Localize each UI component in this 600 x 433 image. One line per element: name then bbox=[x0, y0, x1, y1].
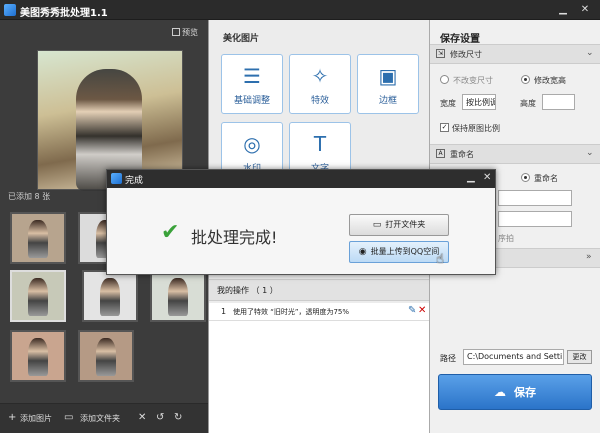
height-label: 高度 bbox=[520, 99, 536, 108]
keep-ratio-label: 保持原图比例 bbox=[452, 124, 500, 133]
tool-frame[interactable]: ▣ 边框 bbox=[357, 54, 419, 114]
clear-icon[interactable]: ✕ bbox=[138, 412, 146, 423]
completion-message: 批处理完成! bbox=[191, 228, 278, 247]
close-icon[interactable]: ✕ bbox=[578, 3, 592, 17]
magic-wand-icon: ✧ bbox=[311, 64, 329, 88]
keep-ratio-checkbox[interactable]: ✓ bbox=[440, 123, 449, 132]
section-title: 美化图片 bbox=[223, 34, 260, 44]
folder-icon: ▭ bbox=[64, 412, 74, 423]
path-field[interactable]: C:\Documents and Setti bbox=[463, 349, 564, 365]
resize-section-header[interactable]: ⇲ 修改尺寸 ⌄ bbox=[430, 44, 600, 64]
minimize-icon[interactable]: ▁ bbox=[467, 172, 475, 183]
tool-label: 基础调整 bbox=[233, 96, 270, 106]
success-check-icon: ✔ bbox=[161, 220, 180, 245]
tool-label: 边框 bbox=[378, 96, 397, 106]
resize-section-title: 修改尺寸 bbox=[450, 50, 482, 59]
height-field[interactable] bbox=[542, 94, 575, 110]
rename-hint: 序拍 bbox=[498, 234, 514, 243]
tool-effects[interactable]: ✧ 特效 bbox=[289, 54, 351, 114]
rename-field[interactable] bbox=[498, 190, 572, 206]
added-count-label: 已添加 8 张 bbox=[8, 192, 51, 201]
thumbnail[interactable] bbox=[10, 212, 66, 264]
no-resize-radio[interactable] bbox=[440, 75, 449, 84]
save-label: 保存 bbox=[514, 386, 536, 399]
thumbnail[interactable] bbox=[10, 330, 66, 382]
rename-icon: A bbox=[436, 149, 445, 158]
operations-title: 我的操作 （ 1 ） bbox=[217, 286, 278, 295]
watermark-icon: ◎ bbox=[243, 132, 261, 156]
rename-number-field[interactable] bbox=[498, 211, 572, 227]
hand-cursor-icon: ☝ bbox=[436, 252, 444, 267]
qq-icon: ◉ bbox=[358, 247, 367, 257]
thumbnail[interactable] bbox=[78, 330, 134, 382]
text-icon: T bbox=[313, 132, 327, 156]
frame-icon: ▣ bbox=[378, 64, 398, 88]
edit-icon[interactable]: ✎ bbox=[408, 305, 416, 316]
operation-text: 使用了特效 “旧时光”，透明度为75% bbox=[233, 308, 350, 316]
rename-section-header[interactable]: A 重命名 ⌄ bbox=[430, 144, 600, 164]
width-field[interactable]: 按比例调 bbox=[462, 94, 496, 110]
double-chevron-icon: » bbox=[586, 252, 592, 262]
chevron-down-icon: ⌄ bbox=[586, 48, 594, 58]
close-icon[interactable]: ✕ bbox=[483, 172, 491, 183]
resize-icon: ⇲ bbox=[436, 49, 445, 58]
tool-label: 特效 bbox=[310, 96, 329, 106]
chevron-down-icon: ⌄ bbox=[586, 148, 594, 158]
operation-row[interactable]: 1 使用了特效 “旧时光”，透明度为75% ✎ ✕ bbox=[209, 303, 430, 321]
thumbnail[interactable] bbox=[82, 270, 138, 322]
preview-button[interactable]: 预览 bbox=[172, 27, 198, 38]
folder-icon: ▭ bbox=[372, 220, 382, 230]
minimize-icon[interactable]: ▁ bbox=[556, 3, 570, 17]
resize-wh-radio[interactable] bbox=[521, 75, 530, 84]
dialog-title: 完成 bbox=[125, 176, 144, 186]
plus-icon: + bbox=[8, 412, 17, 423]
preview-icon bbox=[172, 28, 180, 36]
dialog-app-icon bbox=[111, 173, 122, 184]
dialog-title-bar: 完成 ▁ ✕ bbox=[107, 170, 495, 188]
preview-label: 预览 bbox=[182, 28, 198, 37]
add-folder-button[interactable]: 添加文件夹 bbox=[80, 413, 120, 424]
thumbnail[interactable] bbox=[10, 270, 66, 322]
app-icon bbox=[4, 4, 16, 16]
add-image-button[interactable]: 添加图片 bbox=[20, 413, 52, 424]
rotate-left-icon[interactable]: ↺ bbox=[156, 412, 164, 423]
upload-qq-button[interactable]: ◉ 批量上传到QQ空间 bbox=[349, 241, 449, 263]
upload-qq-label: 批量上传到QQ空间 bbox=[370, 247, 440, 256]
rename-radio[interactable] bbox=[521, 173, 530, 182]
rename-section-title: 重命名 bbox=[450, 150, 474, 159]
operations-list bbox=[209, 321, 430, 433]
save-settings-title: 保存设置 bbox=[440, 34, 480, 45]
window-title: 美图秀秀批处理1.1 bbox=[20, 8, 108, 19]
thumbnail[interactable] bbox=[150, 270, 206, 322]
path-label: 路径 bbox=[440, 354, 456, 363]
no-resize-label: 不改变尺寸 bbox=[453, 76, 493, 85]
operations-header: 我的操作 （ 1 ） bbox=[209, 279, 430, 301]
open-folder-button[interactable]: ▭ 打开文件夹 bbox=[349, 214, 449, 236]
operation-number: 1 bbox=[221, 307, 227, 316]
resize-wh-label: 修改宽高 bbox=[534, 76, 566, 85]
delete-icon[interactable]: ✕ bbox=[418, 305, 426, 316]
tool-basic-adjust[interactable]: ☰ 基础调整 bbox=[221, 54, 283, 114]
left-toolbar: + 添加图片 ▭ 添加文件夹 ✕ ↺ ↻ bbox=[0, 403, 208, 433]
open-folder-label: 打开文件夹 bbox=[385, 220, 426, 229]
sliders-icon: ☰ bbox=[243, 64, 261, 88]
save-button[interactable]: ☁ 保存 bbox=[438, 374, 592, 410]
rename-option-label: 重命名 bbox=[534, 174, 558, 183]
title-bar: 美图秀秀批处理1.1 ▁ ✕ bbox=[0, 0, 600, 20]
width-label: 宽度 bbox=[440, 99, 456, 108]
rotate-right-icon[interactable]: ↻ bbox=[174, 412, 182, 423]
cloud-icon: ☁ bbox=[494, 385, 506, 399]
change-path-button[interactable]: 更改 bbox=[567, 350, 592, 364]
